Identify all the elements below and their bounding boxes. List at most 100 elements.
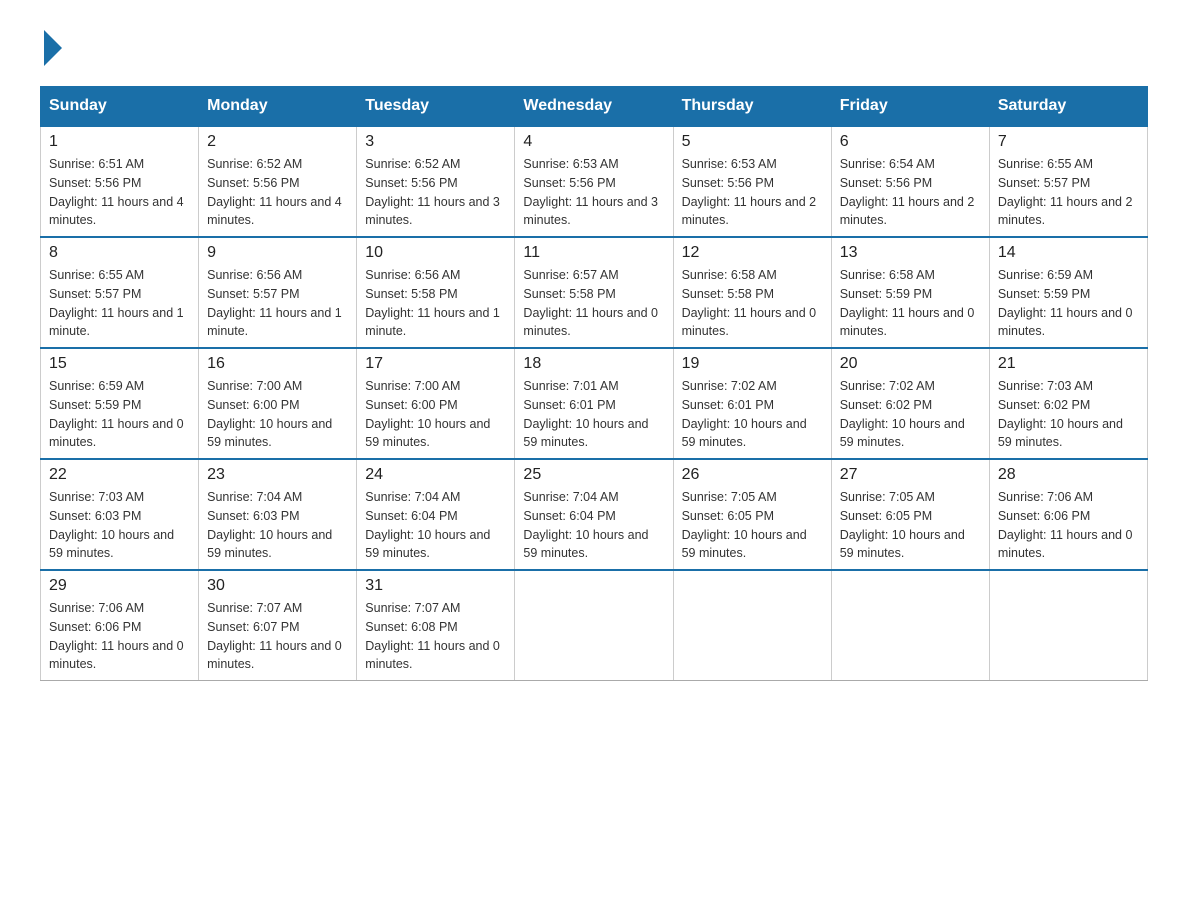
calendar-cell: 14 Sunrise: 6:59 AMSunset: 5:59 PMDayligh… xyxy=(989,237,1147,348)
calendar-cell xyxy=(989,570,1147,681)
calendar-cell: 3 Sunrise: 6:52 AMSunset: 5:56 PMDaylight… xyxy=(357,126,515,237)
day-number: 15 xyxy=(49,355,190,373)
day-number: 9 xyxy=(207,244,348,262)
day-info: Sunrise: 6:58 AMSunset: 5:59 PMDaylight:… xyxy=(840,266,981,341)
calendar-cell: 19 Sunrise: 7:02 AMSunset: 6:01 PMDayligh… xyxy=(673,348,831,459)
calendar-cell: 1 Sunrise: 6:51 AMSunset: 5:56 PMDaylight… xyxy=(41,126,199,237)
day-info: Sunrise: 6:51 AMSunset: 5:56 PMDaylight:… xyxy=(49,155,190,230)
calendar-cell xyxy=(515,570,673,681)
page-header xyxy=(40,30,1148,66)
day-info: Sunrise: 7:06 AMSunset: 6:06 PMDaylight:… xyxy=(49,599,190,674)
day-number: 1 xyxy=(49,133,190,151)
day-info: Sunrise: 7:02 AMSunset: 6:02 PMDaylight:… xyxy=(840,377,981,452)
calendar-cell: 6 Sunrise: 6:54 AMSunset: 5:56 PMDaylight… xyxy=(831,126,989,237)
day-info: Sunrise: 7:06 AMSunset: 6:06 PMDaylight:… xyxy=(998,488,1139,563)
day-number: 31 xyxy=(365,577,506,595)
day-info: Sunrise: 7:03 AMSunset: 6:03 PMDaylight:… xyxy=(49,488,190,563)
day-number: 5 xyxy=(682,133,823,151)
calendar-cell: 11 Sunrise: 6:57 AMSunset: 5:58 PMDayligh… xyxy=(515,237,673,348)
day-number: 27 xyxy=(840,466,981,484)
day-number: 21 xyxy=(998,355,1139,373)
day-number: 26 xyxy=(682,466,823,484)
calendar-cell: 16 Sunrise: 7:00 AMSunset: 6:00 PMDayligh… xyxy=(199,348,357,459)
calendar-cell: 4 Sunrise: 6:53 AMSunset: 5:56 PMDaylight… xyxy=(515,126,673,237)
column-header-tuesday: Tuesday xyxy=(357,87,515,127)
day-info: Sunrise: 7:07 AMSunset: 6:07 PMDaylight:… xyxy=(207,599,348,674)
calendar-cell: 18Sunrise: 7:01 AMSunset: 6:01 PMDayligh… xyxy=(515,348,673,459)
calendar-cell xyxy=(831,570,989,681)
calendar-cell: 15 Sunrise: 6:59 AMSunset: 5:59 PMDayligh… xyxy=(41,348,199,459)
day-number: 24 xyxy=(365,466,506,484)
calendar-week-row: 1 Sunrise: 6:51 AMSunset: 5:56 PMDaylight… xyxy=(41,126,1148,237)
calendar-cell: 26 Sunrise: 7:05 AMSunset: 6:05 PMDayligh… xyxy=(673,459,831,570)
calendar-cell: 8Sunrise: 6:55 AMSunset: 5:57 PMDaylight… xyxy=(41,237,199,348)
calendar-cell: 2 Sunrise: 6:52 AMSunset: 5:56 PMDaylight… xyxy=(199,126,357,237)
calendar-cell: 20 Sunrise: 7:02 AMSunset: 6:02 PMDayligh… xyxy=(831,348,989,459)
day-info: Sunrise: 6:59 AMSunset: 5:59 PMDaylight:… xyxy=(49,377,190,452)
day-info: Sunrise: 6:56 AMSunset: 5:58 PMDaylight:… xyxy=(365,266,506,341)
day-number: 16 xyxy=(207,355,348,373)
calendar-week-row: 22Sunrise: 7:03 AMSunset: 6:03 PMDayligh… xyxy=(41,459,1148,570)
day-number: 11 xyxy=(523,244,664,262)
calendar-header-row: SundayMondayTuesdayWednesdayThursdayFrid… xyxy=(41,87,1148,127)
calendar-cell: 29 Sunrise: 7:06 AMSunset: 6:06 PMDayligh… xyxy=(41,570,199,681)
day-number: 13 xyxy=(840,244,981,262)
calendar-cell: 28 Sunrise: 7:06 AMSunset: 6:06 PMDayligh… xyxy=(989,459,1147,570)
day-number: 2 xyxy=(207,133,348,151)
day-info: Sunrise: 7:05 AMSunset: 6:05 PMDaylight:… xyxy=(682,488,823,563)
day-info: Sunrise: 6:58 AMSunset: 5:58 PMDaylight:… xyxy=(682,266,823,341)
day-info: Sunrise: 7:05 AMSunset: 6:05 PMDaylight:… xyxy=(840,488,981,563)
day-number: 20 xyxy=(840,355,981,373)
calendar-cell: 17Sunrise: 7:00 AMSunset: 6:00 PMDayligh… xyxy=(357,348,515,459)
calendar-cell: 5Sunrise: 6:53 AMSunset: 5:56 PMDaylight… xyxy=(673,126,831,237)
column-header-thursday: Thursday xyxy=(673,87,831,127)
day-number: 30 xyxy=(207,577,348,595)
day-number: 28 xyxy=(998,466,1139,484)
day-info: Sunrise: 6:53 AMSunset: 5:56 PMDaylight:… xyxy=(523,155,664,230)
calendar-cell: 23 Sunrise: 7:04 AMSunset: 6:03 PMDayligh… xyxy=(199,459,357,570)
calendar-cell: 9 Sunrise: 6:56 AMSunset: 5:57 PMDaylight… xyxy=(199,237,357,348)
day-info: Sunrise: 6:55 AMSunset: 5:57 PMDaylight:… xyxy=(49,266,190,341)
day-info: Sunrise: 6:55 AMSunset: 5:57 PMDaylight:… xyxy=(998,155,1139,230)
day-number: 10 xyxy=(365,244,506,262)
day-info: Sunrise: 7:04 AMSunset: 6:04 PMDaylight:… xyxy=(365,488,506,563)
calendar-cell: 13 Sunrise: 6:58 AMSunset: 5:59 PMDayligh… xyxy=(831,237,989,348)
column-header-sunday: Sunday xyxy=(41,87,199,127)
day-info: Sunrise: 7:04 AMSunset: 6:03 PMDaylight:… xyxy=(207,488,348,563)
calendar-table: SundayMondayTuesdayWednesdayThursdayFrid… xyxy=(40,86,1148,681)
day-info: Sunrise: 6:54 AMSunset: 5:56 PMDaylight:… xyxy=(840,155,981,230)
day-info: Sunrise: 6:59 AMSunset: 5:59 PMDaylight:… xyxy=(998,266,1139,341)
day-info: Sunrise: 6:52 AMSunset: 5:56 PMDaylight:… xyxy=(207,155,348,230)
calendar-week-row: 29 Sunrise: 7:06 AMSunset: 6:06 PMDayligh… xyxy=(41,570,1148,681)
calendar-cell: 22Sunrise: 7:03 AMSunset: 6:03 PMDayligh… xyxy=(41,459,199,570)
day-info: Sunrise: 6:56 AMSunset: 5:57 PMDaylight:… xyxy=(207,266,348,341)
calendar-cell: 10 Sunrise: 6:56 AMSunset: 5:58 PMDayligh… xyxy=(357,237,515,348)
calendar-cell: 7 Sunrise: 6:55 AMSunset: 5:57 PMDaylight… xyxy=(989,126,1147,237)
calendar-week-row: 8Sunrise: 6:55 AMSunset: 5:57 PMDaylight… xyxy=(41,237,1148,348)
day-number: 6 xyxy=(840,133,981,151)
calendar-cell: 21 Sunrise: 7:03 AMSunset: 6:02 PMDayligh… xyxy=(989,348,1147,459)
day-info: Sunrise: 7:03 AMSunset: 6:02 PMDaylight:… xyxy=(998,377,1139,452)
day-info: Sunrise: 7:00 AMSunset: 6:00 PMDaylight:… xyxy=(365,377,506,452)
calendar-cell: 27 Sunrise: 7:05 AMSunset: 6:05 PMDayligh… xyxy=(831,459,989,570)
day-number: 4 xyxy=(523,133,664,151)
day-info: Sunrise: 7:04 AMSunset: 6:04 PMDaylight:… xyxy=(523,488,664,563)
day-number: 19 xyxy=(682,355,823,373)
day-number: 3 xyxy=(365,133,506,151)
column-header-monday: Monday xyxy=(199,87,357,127)
calendar-cell: 24 Sunrise: 7:04 AMSunset: 6:04 PMDayligh… xyxy=(357,459,515,570)
logo-triangle-icon xyxy=(44,30,62,66)
calendar-week-row: 15 Sunrise: 6:59 AMSunset: 5:59 PMDayligh… xyxy=(41,348,1148,459)
day-number: 12 xyxy=(682,244,823,262)
column-header-saturday: Saturday xyxy=(989,87,1147,127)
day-number: 7 xyxy=(998,133,1139,151)
day-number: 23 xyxy=(207,466,348,484)
day-number: 29 xyxy=(49,577,190,595)
logo xyxy=(40,30,64,66)
day-info: Sunrise: 7:00 AMSunset: 6:00 PMDaylight:… xyxy=(207,377,348,452)
day-info: Sunrise: 6:57 AMSunset: 5:58 PMDaylight:… xyxy=(523,266,664,341)
day-number: 14 xyxy=(998,244,1139,262)
day-info: Sunrise: 6:52 AMSunset: 5:56 PMDaylight:… xyxy=(365,155,506,230)
calendar-cell: 30 Sunrise: 7:07 AMSunset: 6:07 PMDayligh… xyxy=(199,570,357,681)
day-info: Sunrise: 7:02 AMSunset: 6:01 PMDaylight:… xyxy=(682,377,823,452)
